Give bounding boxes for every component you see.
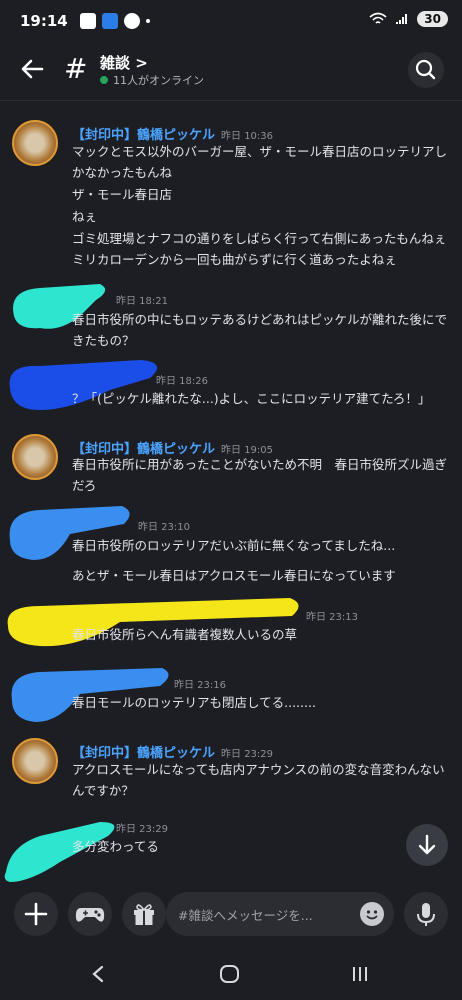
nav-home-icon[interactable] xyxy=(219,964,241,984)
gamepad-icon xyxy=(75,908,105,922)
voice-button[interactable] xyxy=(404,892,448,936)
message-line: 春日市役所らへん有識者複数人いるの草 xyxy=(72,627,298,642)
activities-button[interactable] xyxy=(68,892,112,936)
online-status: 11人がオンライン xyxy=(100,72,204,88)
back-arrow-icon[interactable] xyxy=(18,54,48,84)
message-meta: 昨日 23:13 xyxy=(300,608,358,624)
message-meta: 昨日 18:26 xyxy=(150,372,208,388)
message-meta: 昨日 23:10 xyxy=(132,518,190,534)
message-line: ゴミ処理場とナフコの通りをしばらく行って右側にあったもんねぇ xyxy=(72,231,447,246)
message-line: 多分変わってる xyxy=(72,839,159,854)
message-meta: 昨日 23:29 xyxy=(110,820,168,836)
composer-bar: #雑談へメッセージを... xyxy=(0,884,462,944)
battery-indicator: 30 xyxy=(417,11,448,27)
message-time: 昨日 23:29 xyxy=(116,824,168,835)
message-line: ミリカローデンから一回も曲がらずに行く道あったよねぇ xyxy=(72,252,397,267)
app-icon xyxy=(102,13,118,29)
message-time: 昨日 23:13 xyxy=(306,612,358,623)
avatar[interactable] xyxy=(12,120,58,166)
message-line: ねぇ xyxy=(72,209,98,224)
message-time: 昨日 23:10 xyxy=(138,522,190,533)
avatar[interactable] xyxy=(12,738,58,784)
check-icon xyxy=(80,13,96,29)
message-meta: 昨日 23:16 xyxy=(168,676,226,692)
message-meta: 昨日 18:21 xyxy=(110,292,168,308)
message-line: 春日市役所の中にもロッテあるけどあれはピッケルが離れた後にで xyxy=(72,312,448,327)
message-time: 昨日 18:21 xyxy=(116,296,168,307)
search-icon xyxy=(415,59,436,80)
gift-icon xyxy=(134,904,154,925)
message-line: んですか？ xyxy=(72,783,134,798)
message-line: ？「(ピッケル離れたな...)よし、ここにロッテリア建てたろ！」 xyxy=(72,391,431,406)
add-button[interactable] xyxy=(14,892,58,936)
message-line: 春日モールのロッテリアも閉店してる........ xyxy=(72,695,316,710)
avatar[interactable] xyxy=(12,434,58,480)
notification-icons xyxy=(80,13,150,29)
emoji-icon xyxy=(366,910,378,920)
redaction-scribble xyxy=(9,506,130,560)
nav-recents-icon[interactable] xyxy=(350,964,370,984)
plus-icon xyxy=(24,902,48,926)
message-time: 昨日 23:16 xyxy=(174,680,226,691)
online-count: 11人がオンライン xyxy=(113,74,204,87)
message-line: だろ xyxy=(72,478,97,493)
message-line: あとザ・モール春日はアクロスモール春日になっています xyxy=(72,568,396,583)
gift-button[interactable] xyxy=(122,892,166,936)
system-nav-bar xyxy=(0,944,462,1000)
chevron-right-icon: > xyxy=(135,54,148,72)
search-button[interactable] xyxy=(408,52,444,88)
emoji-button[interactable] xyxy=(360,902,384,926)
status-time: 19:14 xyxy=(20,12,68,30)
channel-title[interactable]: 雑談 > xyxy=(100,52,148,73)
message-line: 春日市役所のロッテリアだいぶ前に無くなってましたね... xyxy=(72,538,396,553)
wifi-icon xyxy=(369,12,387,24)
channel-name: 雑談 xyxy=(100,54,131,72)
message-line: かなかったもんね xyxy=(72,165,173,180)
message-line: きたもの？ xyxy=(72,333,135,348)
dot-icon xyxy=(146,19,150,23)
message-line: アクロスモールになっても店内アナウンスの前の変な音変わんない xyxy=(72,762,445,777)
message-line: 春日市役所に用があったことがないため不明 春日市役所ズル過ぎ xyxy=(72,457,448,472)
status-bar: 19:14 30 xyxy=(0,0,462,44)
message-line: マックとモス以外のバーガー屋、ザ・モール春日店のロッテリアし xyxy=(72,144,448,159)
channel-header: # 雑談 > 11人がオンライン xyxy=(0,44,462,101)
message-line: ザ・モール春日店 xyxy=(72,187,173,202)
online-dot-icon xyxy=(100,76,108,84)
message-time: 昨日 18:26 xyxy=(156,376,208,387)
nav-back-icon[interactable] xyxy=(88,964,108,984)
scroll-down-button[interactable] xyxy=(406,824,448,866)
message-input-placeholder: #雑談へメッセージを... xyxy=(178,908,313,923)
message-input[interactable]: #雑談へメッセージを... xyxy=(166,892,394,936)
hash-icon: # xyxy=(64,52,88,85)
discord-icon xyxy=(124,13,140,29)
mic-icon xyxy=(417,903,435,926)
scroll-down-icon xyxy=(418,834,436,855)
signal-icon xyxy=(396,14,408,24)
